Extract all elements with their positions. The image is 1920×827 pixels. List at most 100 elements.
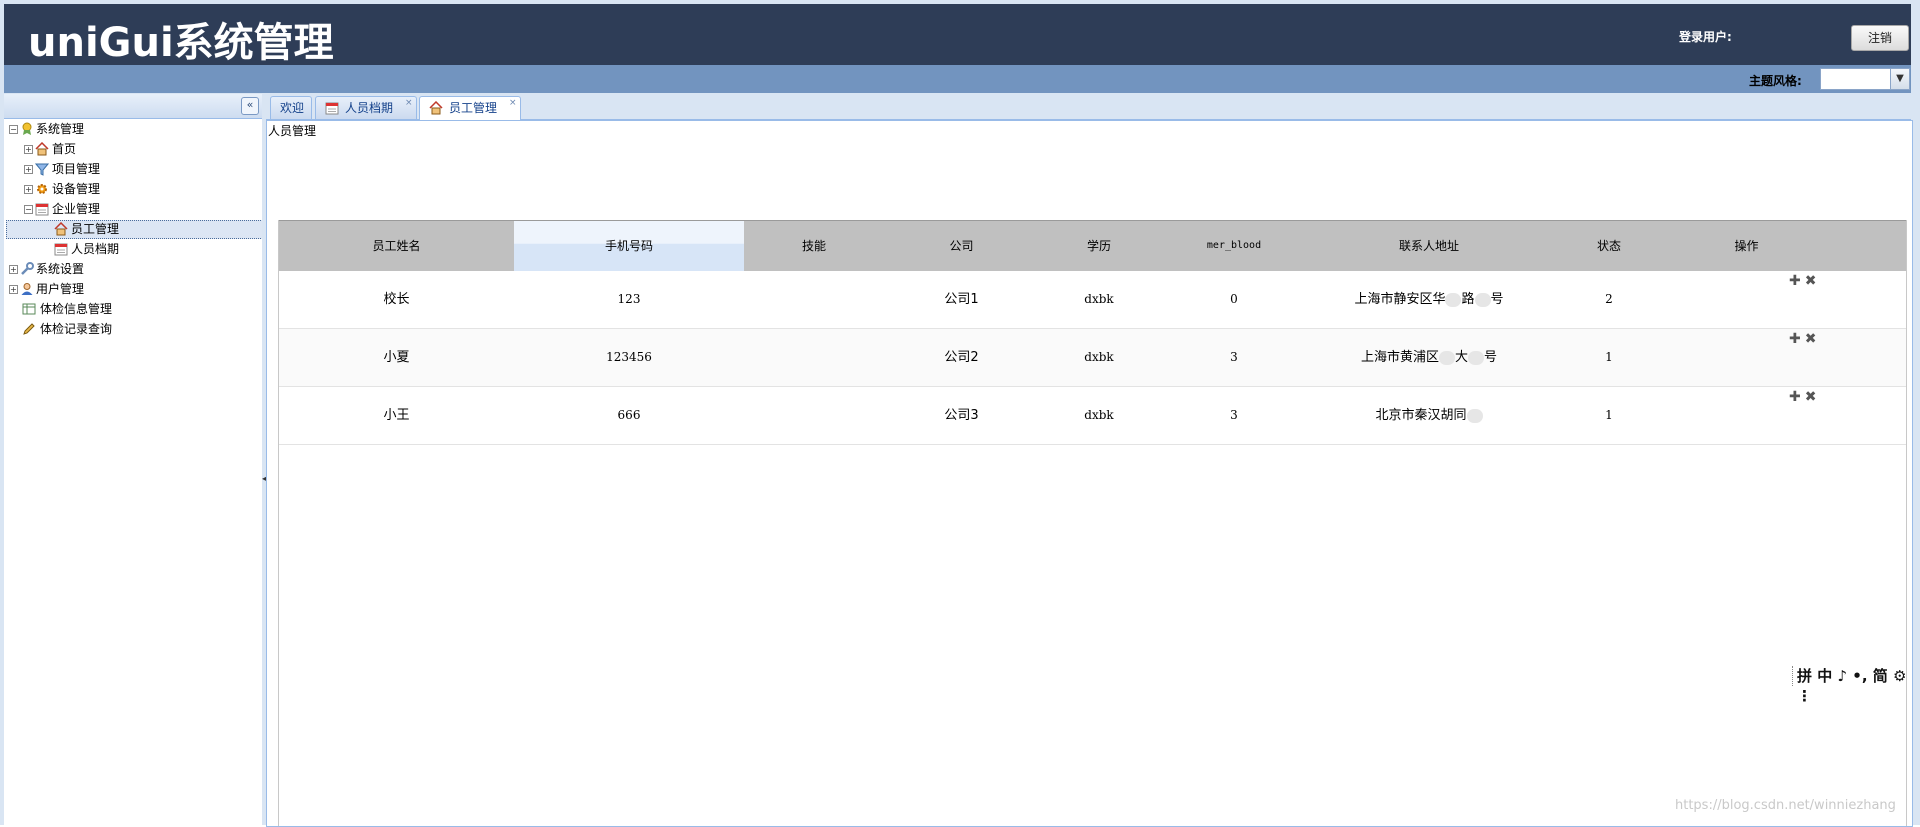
address-part: 号 [1490,292,1504,307]
expand-icon[interactable]: + [24,145,33,154]
delete-icon[interactable]: ✖ [1805,273,1817,289]
theme-bar: 主题风格: ▼ [4,65,1911,93]
address-part: 大 [1454,350,1468,365]
employee-grid: 员工姓名 手机号码 技能 公司 学历 mer_blood 联系人地址 状态 操作… [278,220,1907,826]
main-content: 人员管理 员工姓名 手机号码 技能 公司 学历 mer_blood 联系人地址 … [266,120,1913,827]
column-header-phone[interactable]: 手机号码 [514,221,744,271]
cell-address: 北京市秦汉胡同 [1309,387,1549,444]
close-icon[interactable]: × [509,92,517,114]
chevron-down-icon[interactable]: ▼ [1890,69,1909,89]
tree-item-equipment-management[interactable]: + 设备管理 [4,179,265,199]
collapse-panel-icon[interactable]: « [241,97,259,115]
theme-label: 主题风格: [1749,74,1802,88]
cell-name: 小夏 [383,350,410,365]
add-icon[interactable]: ✚ [1789,273,1801,289]
home-icon [54,222,68,236]
table-row[interactable]: 小夏 123456 公司2 dxbk 3 上海市黄浦区大 号 1 ✚ ✖ [279,329,1906,387]
tree-item-label: 用户管理 [36,282,85,296]
delete-icon[interactable]: ✖ [1805,331,1817,347]
cell-phone: 123456 [606,350,652,364]
cell-company: 公司3 [944,408,979,423]
column-header-blood[interactable]: mer_blood [1159,221,1309,271]
add-icon[interactable]: ✚ [1789,389,1801,405]
cell-name: 小王 [383,408,410,423]
table-row[interactable]: 校长 123 公司1 dxbk 0 上海市静安区华路号 2 ✚ ✖ [279,271,1906,329]
redaction-mark [1466,408,1483,423]
cell-address: 上海市黄浦区大 号 [1309,329,1549,386]
tree-item-label: 系统管理 [36,122,85,136]
cell-company: 公司2 [944,350,979,365]
gear-icon [37,184,47,194]
tree-item-health-record-query[interactable]: 体检记录查询 [4,319,265,339]
tree-item-label: 人员档期 [71,242,120,256]
table-icon [22,303,36,315]
theme-select[interactable]: ▼ [1820,68,1910,90]
column-header-company[interactable]: 公司 [884,221,1039,271]
table-row[interactable]: 小王 666 公司3 dxbk 3 北京市秦汉胡同 1 ✚ ✖ [279,387,1906,445]
tree-item-employee-management[interactable]: 员工管理 [4,219,265,239]
calendar-icon [35,203,49,216]
redaction-mark [1474,292,1491,307]
filter-icon [35,163,49,176]
tab-welcome[interactable]: 欢迎 [270,96,312,119]
tree-item-label: 体检记录查询 [40,322,113,336]
tab-label: 人员档期 [345,101,394,115]
tree-item-health-info-management[interactable]: 体检信息管理 [4,299,265,319]
tree-item-label: 体检信息管理 [40,302,113,316]
cell-name: 校长 [383,292,410,307]
tab-employee-management[interactable]: 员工管理 × [419,96,521,120]
cell-education: dxbk [1084,350,1114,364]
cell-blood: 3 [1230,350,1238,364]
tree-item-system-management[interactable]: − 系统管理 [4,119,265,139]
column-header-status[interactable]: 状态 [1549,221,1669,271]
tree-item-staff-schedule[interactable]: 人员档期 [4,239,265,259]
expand-icon[interactable]: + [24,185,33,194]
home-icon [429,101,443,115]
page-title: 人员管理 [268,124,317,138]
redaction-mark [1445,292,1462,307]
column-header-education[interactable]: 学历 [1039,221,1159,271]
cell-skill [744,329,884,386]
tab-label: 欢迎 [280,101,305,115]
selection-highlight [6,220,263,239]
expand-icon[interactable]: + [9,265,18,274]
column-header-name[interactable]: 员工姓名 [279,221,514,271]
close-icon[interactable]: × [405,92,413,114]
tab-staff-schedule[interactable]: 人员档期 × [315,96,417,119]
tree-item-enterprise-management[interactable]: − 企业管理 [4,199,265,219]
redaction-mark [1438,350,1455,365]
expand-icon[interactable]: + [24,165,33,174]
cell-status: 1 [1605,350,1613,364]
cell-blood: 0 [1230,292,1238,306]
address-part: 北京市秦汉胡同 [1375,408,1467,423]
redaction-mark [1468,350,1484,365]
cell-skill [744,271,884,328]
tree-item-label: 项目管理 [52,162,101,176]
navigation-panel-header: « [4,94,265,119]
tree-item-system-settings[interactable]: + 系统设置 [4,259,265,279]
tree-item-label: 员工管理 [71,222,120,236]
tree-item-home[interactable]: + 首页 [4,139,265,159]
column-header-actions[interactable]: 操作 [1669,221,1824,271]
tree-item-user-management[interactable]: + 用户管理 [4,279,265,299]
tree-item-project-management[interactable]: + 项目管理 [4,159,265,179]
collapse-icon[interactable]: − [24,205,33,214]
delete-icon[interactable]: ✖ [1805,389,1817,405]
calendar-icon [325,102,339,115]
column-header-skill[interactable]: 技能 [744,221,884,271]
navigation-tree: − 系统管理 + 首页 + 项目管理 + 设备管理 − 企业管理 员工管理 人员… [4,119,265,339]
user-icon [21,283,33,295]
login-user-label: 登录用户: [1679,30,1732,44]
collapse-icon[interactable]: − [9,125,18,134]
expand-icon[interactable]: + [9,285,18,294]
cell-blood: 3 [1230,408,1238,422]
add-icon[interactable]: ✚ [1789,331,1801,347]
tab-bar: 欢迎 人员档期 × 员工管理 × [266,94,1911,120]
app-header: uniGui系统管理 登录用户: 注销 [4,4,1911,66]
ime-toolbar[interactable]: 拼 中 ♪ •, 简 ⚙ ⋮ [1792,666,1912,705]
wrench-icon [21,262,34,275]
logout-button[interactable]: 注销 [1851,25,1909,51]
tree-item-label: 设备管理 [52,182,101,196]
tree-item-label: 企业管理 [52,202,101,216]
column-header-address[interactable]: 联系人地址 [1309,221,1549,271]
